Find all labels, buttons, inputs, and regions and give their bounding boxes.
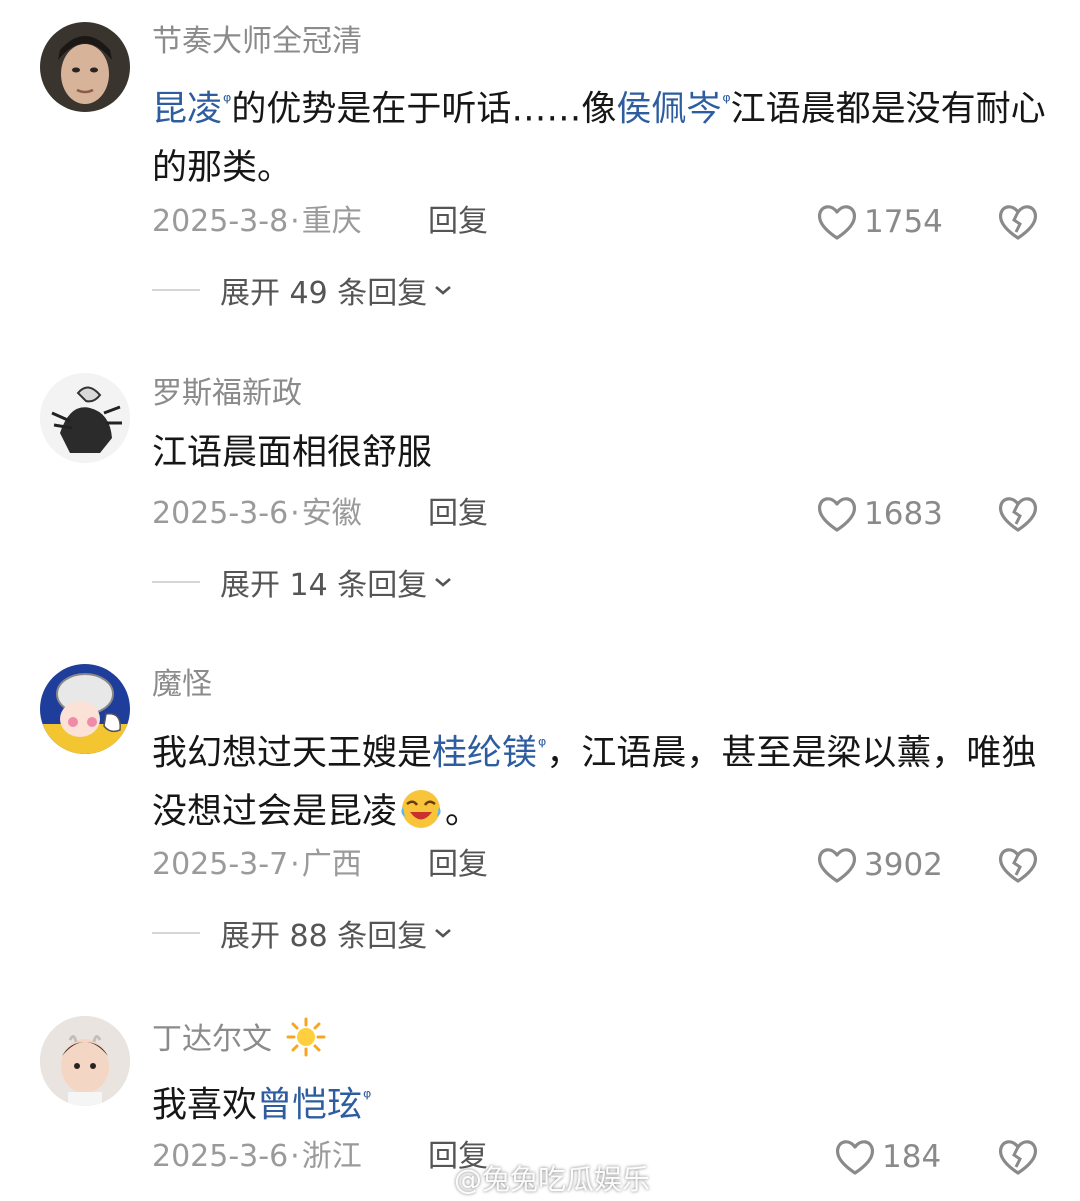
- like-count: 3902: [864, 847, 943, 883]
- comment-date: 2025-3-7: [152, 847, 289, 882]
- like-button[interactable]: 1683: [816, 492, 943, 536]
- divider: [152, 932, 200, 934]
- expand-replies-button[interactable]: 展开 14 条回复: [152, 562, 453, 603]
- like-count: 184: [882, 1139, 942, 1175]
- like-button[interactable]: 1754: [816, 200, 943, 244]
- mention-link[interactable]: 桂纶镁: [432, 734, 537, 774]
- sun-emoji: [286, 1017, 326, 1057]
- comment-date: 2025-3-6: [152, 496, 289, 531]
- comment-text: 昆凌ᵠ的优势是在于听话……像侯佩岑ᵠ江语晨都是没有耐心的那类。: [152, 72, 1052, 197]
- broken-heart-icon[interactable]: [996, 1135, 1040, 1179]
- comment-date: 2025-3-8: [152, 204, 289, 239]
- search-icon[interactable]: ᵠ: [363, 1085, 371, 1109]
- avatar[interactable]: [40, 22, 130, 112]
- reply-button[interactable]: 回复: [428, 202, 488, 242]
- username[interactable]: 魔怪: [152, 665, 212, 705]
- watermark: @兔兔吃瓜娱乐: [418, 1158, 650, 1198]
- like-count: 1754: [864, 204, 943, 240]
- search-icon[interactable]: ᵠ: [722, 89, 730, 113]
- comment-text-segment: 的优势是在于听话……像: [231, 89, 617, 130]
- avatar[interactable]: [40, 1016, 130, 1106]
- comment-location: 重庆: [301, 204, 362, 239]
- comment-location: 安徽: [301, 496, 362, 531]
- heart-icon: [835, 1140, 875, 1175]
- expand-replies-label: 展开 14 条回复: [220, 568, 428, 603]
- username-text: 丁达尔文: [152, 1022, 272, 1057]
- expand-replies-button[interactable]: 展开 88 条回复: [152, 913, 453, 954]
- username[interactable]: 罗斯福新政: [152, 374, 302, 414]
- reply-button[interactable]: 回复: [428, 845, 488, 885]
- expand-replies-label: 展开 88 条回复: [220, 919, 428, 954]
- watermark-text: @兔兔吃瓜娱乐: [454, 1163, 651, 1196]
- like-count: 1683: [864, 496, 943, 532]
- comment-location: 浙江: [301, 1139, 362, 1174]
- comment-text-segment: 江语晨面相很舒服: [152, 433, 433, 473]
- like-button[interactable]: 184: [834, 1135, 941, 1179]
- broken-heart-icon[interactable]: [996, 200, 1040, 244]
- expand-replies-label: 展开 49 条回复: [220, 276, 428, 311]
- chevron-down-icon: [435, 578, 452, 587]
- broken-heart-icon[interactable]: [996, 843, 1040, 887]
- comment-text: 我喜欢曾恺玹ᵠ: [152, 1068, 1052, 1135]
- comment-text-segment: 。: [445, 791, 481, 832]
- comment-meta: 2025-3-6·安徽: [152, 496, 362, 531]
- username[interactable]: 丁达尔文: [152, 1017, 326, 1060]
- chevron-down-icon: [435, 286, 452, 295]
- divider: [152, 581, 200, 583]
- laughing-crying-emoji: [401, 789, 441, 828]
- mention-link[interactable]: 侯佩岑: [616, 90, 721, 130]
- comment-text-segment: 我喜欢: [152, 1085, 258, 1126]
- mention-link[interactable]: 曾恺玹: [257, 1086, 362, 1126]
- avatar[interactable]: [40, 664, 130, 754]
- avatar[interactable]: [40, 373, 130, 463]
- weibo-logo-icon: [418, 1168, 451, 1194]
- username[interactable]: 节奏大师全冠清: [152, 22, 362, 62]
- comment-text: 我幻想过天王嫂是桂纶镁ᵠ，江语晨，甚至是梁以薰，唯独没想过会是昆凌。: [152, 716, 1052, 841]
- heart-icon: [817, 205, 857, 240]
- comment-location: 广西: [301, 847, 362, 882]
- reply-button[interactable]: 回复: [428, 494, 488, 534]
- comment-meta: 2025-3-8·重庆: [152, 204, 362, 239]
- comment-meta: 2025-3-7·广西: [152, 847, 362, 882]
- comment-text: 江语晨面相很舒服: [152, 424, 1052, 482]
- like-button[interactable]: 3902: [816, 843, 943, 887]
- heart-icon: [817, 497, 857, 532]
- comment-meta: 2025-3-6·浙江: [152, 1139, 362, 1174]
- broken-heart-icon[interactable]: [996, 492, 1040, 536]
- chevron-down-icon: [435, 929, 452, 938]
- heart-icon: [817, 848, 857, 883]
- comment-text-segment: 我幻想过天王嫂是: [152, 733, 433, 774]
- divider: [152, 289, 200, 291]
- expand-replies-button[interactable]: 展开 49 条回复: [152, 270, 453, 311]
- comment-date: 2025-3-6: [152, 1139, 289, 1174]
- mention-link[interactable]: 昆凌: [152, 90, 222, 130]
